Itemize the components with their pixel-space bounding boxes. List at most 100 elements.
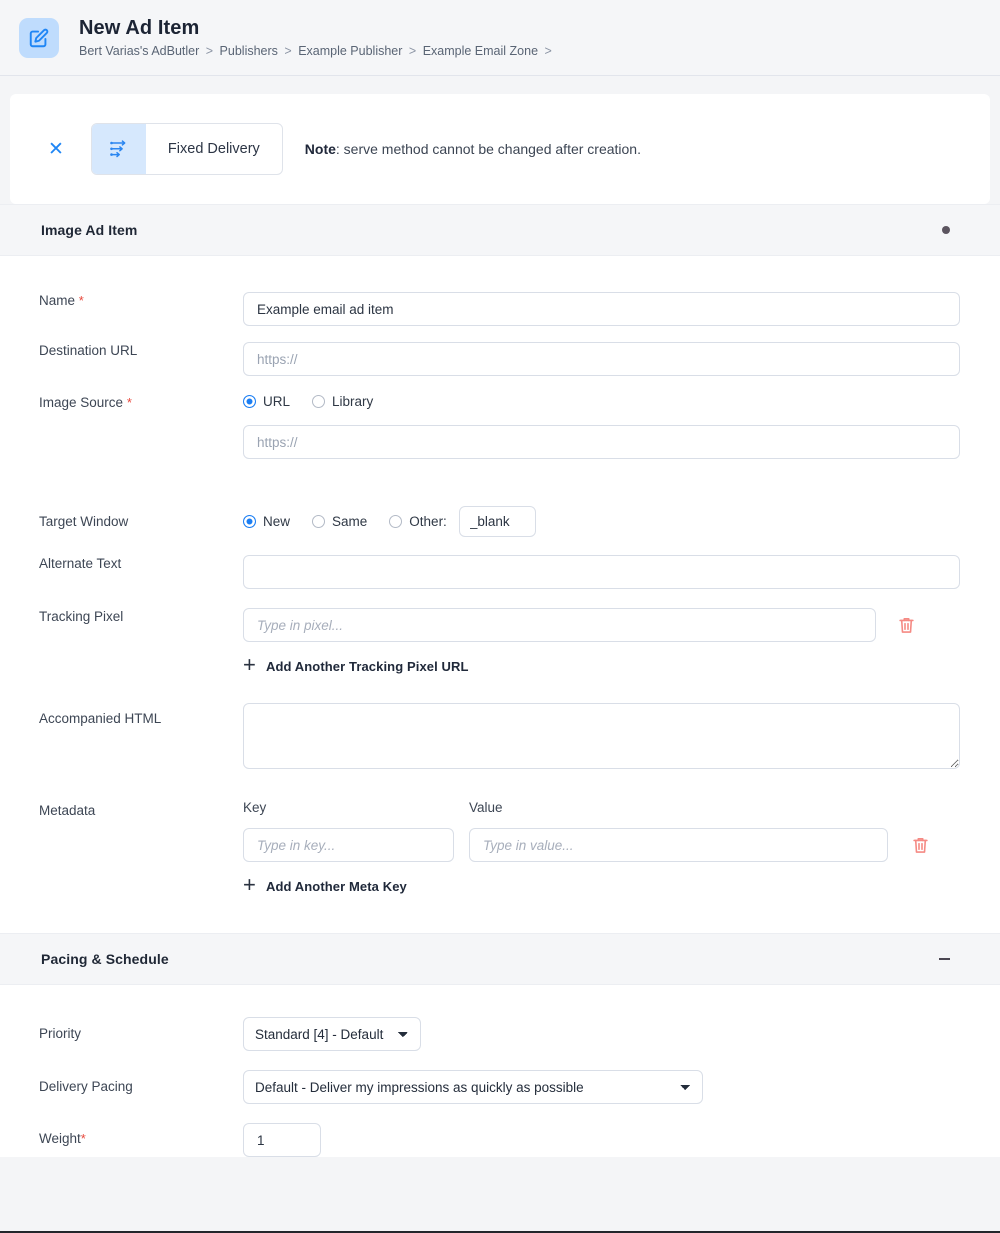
radio-image-source-url[interactable]: URL [243, 394, 290, 409]
radio-image-source-library[interactable]: Library [312, 394, 373, 409]
metadata-key-header: Key [243, 800, 267, 815]
radio-label: Same [332, 514, 368, 529]
breadcrumb-item-publishers[interactable]: Publishers [220, 44, 278, 58]
breadcrumb-item-account[interactable]: Bert Varias's AdButler [79, 44, 199, 58]
metadata-value-header: Value [469, 800, 503, 815]
field-row-priority: Priority Standard [4] - Default [0, 985, 1000, 1051]
target-window-other-input[interactable] [458, 506, 536, 537]
breadcrumb-item-publisher[interactable]: Example Publisher [298, 44, 402, 58]
alternate-text-input[interactable] [243, 555, 960, 589]
close-icon[interactable]: ✕ [48, 140, 64, 159]
note-bold-label: Note [304, 141, 336, 157]
field-accompanied-html [243, 703, 1000, 774]
field-row-name: Name * [0, 256, 1000, 326]
name-input[interactable] [243, 292, 960, 326]
required-marker: * [78, 293, 84, 308]
field-row-metadata: Metadata Key Value Type in key... Type i… [0, 774, 1000, 897]
label-name: Name * [0, 292, 243, 310]
collapse-dot-icon[interactable] [942, 226, 950, 234]
image-ad-item-panel: Name * Destination URL Image Source * UR… [0, 256, 1000, 933]
add-link-label: Add Another Tracking Pixel URL [265, 658, 469, 674]
metadata-value-wrapper [469, 828, 888, 862]
panel-bottom-spacer [0, 897, 1000, 933]
section-header-pacing-schedule[interactable]: Pacing & Schedule [0, 933, 1000, 985]
section-header-image-ad-item[interactable]: Image Ad Item [0, 204, 1000, 256]
required-marker: * [126, 395, 132, 410]
field-weight [243, 1123, 1000, 1157]
breadcrumb: Bert Varias's AdButler > Publishers > Ex… [79, 43, 555, 59]
plus-icon: + [243, 652, 256, 677]
label-image-source-text: Image Source [39, 395, 124, 410]
add-another-meta-key-button[interactable]: + Add Another Meta Key [243, 872, 407, 897]
image-source-url-wrapper [243, 425, 960, 459]
trash-icon[interactable] [910, 834, 930, 856]
note-text: : serve method cannot be changed after c… [335, 141, 641, 157]
field-alternate-text [243, 555, 1000, 589]
label-alternate-text: Alternate Text [39, 556, 122, 571]
radio-target-window-same[interactable]: Same [312, 514, 367, 529]
serve-method-label: Fixed Delivery [167, 141, 260, 157]
label-target-window: Target Window [39, 514, 129, 529]
target-window-radio-group: New Same Other: [243, 506, 960, 537]
field-row-accompanied-html: Accompanied HTML [0, 677, 1000, 774]
field-row-destination-url: Destination URL [0, 326, 1000, 376]
label-tracking-pixel: Tracking Pixel [39, 609, 124, 624]
image-source-radio-group: URL Library [243, 394, 960, 409]
trash-icon[interactable] [896, 614, 916, 636]
breadcrumb-separator: > [544, 44, 552, 58]
weight-input[interactable] [243, 1123, 321, 1157]
serve-method-chip[interactable]: Fixed Delivery [90, 123, 283, 175]
label-priority: Priority [39, 1026, 82, 1041]
breadcrumb-item-zone[interactable]: Example Email Zone [423, 44, 538, 58]
field-row-alternate-text: Alternate Text [0, 537, 1000, 589]
section-title: Pacing & Schedule [41, 951, 169, 967]
serve-method-note: Note: serve method cannot be changed aft… [305, 141, 641, 157]
label-weight: Weight* [0, 1123, 243, 1148]
add-another-tracking-pixel-button[interactable]: + Add Another Tracking Pixel URL [243, 652, 469, 677]
required-marker: * [80, 1131, 86, 1146]
radio-indicator[interactable] [243, 395, 256, 408]
metadata-key-input[interactable] [243, 828, 454, 862]
field-metadata: Key Value Type in key... Type in value..… [243, 800, 1000, 897]
serve-method-card: ✕ Fixed Delivery Note: serve method cann… [10, 94, 990, 204]
priority-select[interactable]: Standard [4] - Default [243, 1017, 421, 1051]
edit-square-icon [19, 17, 59, 58]
add-link-label: Add Another Meta Key [265, 878, 407, 894]
accompanied-html-textarea[interactable] [243, 703, 960, 769]
metadata-key-wrapper [243, 828, 454, 862]
page-title: New Ad Item [79, 17, 200, 39]
collapse-minus-icon[interactable] [939, 958, 950, 960]
plus-icon: + [243, 872, 256, 897]
radio-target-window-new[interactable]: New [243, 514, 290, 529]
delivery-pacing-select[interactable]: Default - Deliver my impressions as quic… [243, 1070, 703, 1104]
breadcrumb-separator: > [205, 44, 214, 58]
field-tracking-pixel: + Add Another Tracking Pixel URL [243, 608, 1000, 677]
header-text-block: New Ad Item Bert Varias's AdButler > Pub… [79, 16, 555, 59]
field-image-source: URL Library [243, 394, 1000, 459]
radio-indicator[interactable] [243, 515, 256, 528]
field-row-target-window: Target Window New Same Other: [0, 459, 1000, 537]
label-accompanied-html: Accompanied HTML [39, 711, 162, 726]
radio-indicator[interactable] [312, 395, 326, 408]
label-delivery-pacing: Delivery Pacing [39, 1079, 133, 1094]
radio-label: Other: [409, 514, 447, 529]
label-weight-text: Weight [39, 1131, 81, 1146]
radio-indicator[interactable] [312, 515, 326, 528]
radio-target-window-other[interactable]: Other: [389, 514, 447, 529]
field-name [243, 292, 1000, 326]
label-image-source: Image Source * [0, 394, 243, 412]
section-title: Image Ad Item [41, 222, 138, 238]
radio-indicator[interactable] [389, 515, 403, 528]
field-row-delivery-pacing: Delivery Pacing Default - Deliver my imp… [0, 1051, 1000, 1104]
image-source-url-input[interactable] [243, 425, 960, 459]
tracking-pixel-input[interactable] [243, 608, 876, 642]
destination-url-input[interactable] [243, 342, 960, 376]
metadata-column-headers: Key Value [243, 800, 960, 815]
field-target-window: New Same Other: [243, 506, 1000, 537]
field-row-image-source: Image Source * URL Library [0, 376, 1000, 459]
pacing-schedule-panel: Priority Standard [4] - Default Delivery… [0, 985, 1000, 1157]
field-destination-url [243, 342, 1000, 376]
field-row-tracking-pixel: Tracking Pixel + Add Another Tracking [0, 589, 1000, 677]
metadata-value-input[interactable] [469, 828, 888, 862]
field-row-weight: Weight* [0, 1104, 1000, 1157]
